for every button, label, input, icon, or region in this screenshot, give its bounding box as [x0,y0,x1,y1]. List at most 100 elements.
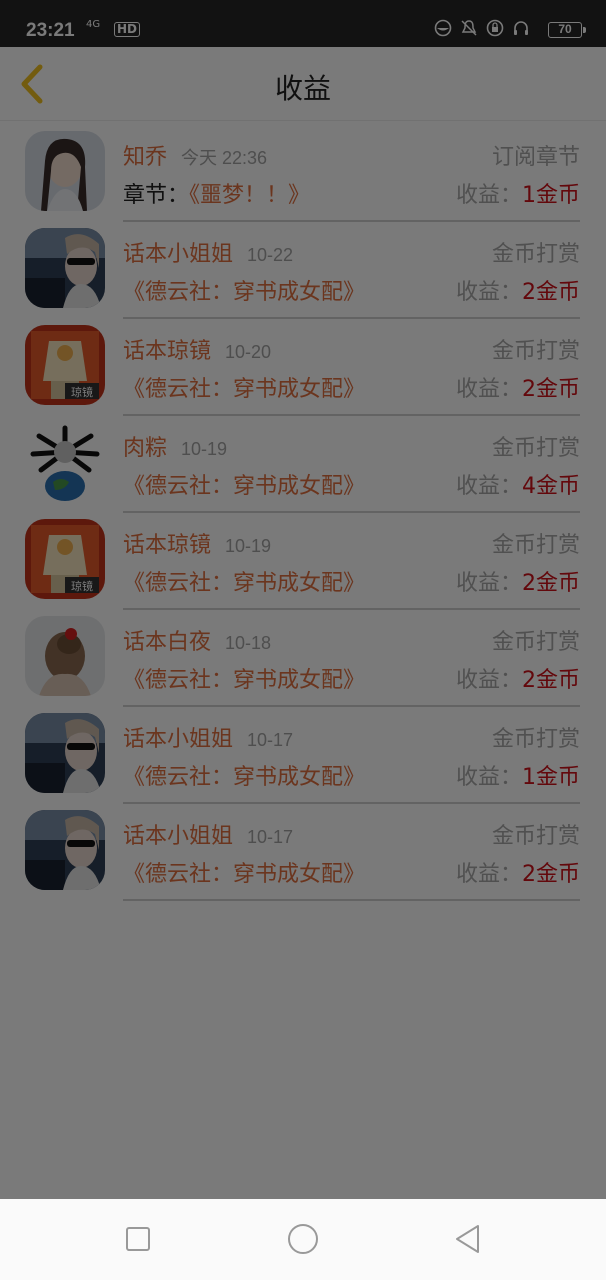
coin-amount: 1金币 [522,765,580,790]
home-button[interactable] [287,1223,319,1255]
income-record[interactable]: 话本小姐姐 10-17 金币打赏《德云社：穿书成女配》 收益：1金币 [0,707,606,804]
income-record[interactable]: 话本小姐姐 10-22 金币打赏 《德云社：穿书成女配》 收益：2金币 [0,222,606,319]
income-label: 收益： [455,474,522,499]
user-name[interactable]: 话本白夜 [123,630,211,655]
user-avatar[interactable]: 琼镜 [25,519,105,599]
system-nav-bar [0,1199,606,1280]
record-date: 10-20 [225,342,272,362]
income-amount: 收益：2金币 [456,565,580,597]
record-header: 话本白夜 10-18 金币打赏 [123,624,580,655]
user-avatar[interactable] [25,131,105,211]
record-detail: 《德云社：穿书成女配》 收益：2金币 [123,662,580,694]
recent-apps-button[interactable] [122,1223,154,1255]
income-list: 知乔 今天 22:36 订阅章节 章节：《噩梦！！》 收益：1金币 话本小姐姐 10-22 金… [0,125,606,901]
record-detail: 《德云社：穿书成女配》 收益：2金币 [123,565,580,597]
app-notification-icon [434,19,452,37]
work-title[interactable]: 《德云社：穿书成女配》 [123,668,365,693]
record-date: 10-18 [225,633,272,653]
page-title: 收益 [274,72,331,105]
svg-text:琼镜: 琼镜 [71,579,93,593]
user-name[interactable]: 话本小姐姐 [123,242,233,267]
coin-amount: 4金币 [522,474,580,499]
income-amount: 收益：2金币 [456,662,580,694]
income-label: 收益： [455,668,522,693]
user-avatar[interactable]: 琼镜 [25,325,105,405]
user-avatar[interactable] [25,422,105,502]
chapter-prefix: 章节： [123,183,190,208]
income-record[interactable]: 知乔 今天 22:36 订阅章节章节：《噩梦！！》 收益：1金币 [0,125,606,222]
record-date: 10-17 [247,827,294,847]
income-amount: 收益：1金币 [456,759,580,791]
income-label: 收益： [455,377,522,402]
record-date: 10-19 [225,536,272,556]
income-label: 收益： [455,183,522,208]
headphones-icon [514,21,528,35]
record-header: 话本琼镜 10-20 金币打赏 [123,333,580,364]
income-record[interactable]: 肉粽 10-19 金币打赏《德云社：穿书成女配》 收益：4金币 [0,416,606,513]
coin-amount: 2金币 [522,280,580,305]
income-page: 收益 知乔 今天 22:36 订阅章节 章节：《噩梦！！》 收益：1金币 话本小姐姐 10-… [0,47,606,1199]
user-avatar[interactable] [25,616,105,696]
record-detail: 《德云社：穿书成女配》 收益：4金币 [123,468,580,500]
record-header: 肉粽 10-19 金币打赏 [123,430,580,461]
income-record[interactable]: 话本小姐姐 10-17 金币打赏《德云社：穿书成女配》 收益：2金币 [0,804,606,901]
record-date: 10-22 [247,245,294,265]
work-title[interactable]: 《德云社：穿书成女配》 [123,280,365,305]
user-avatar[interactable] [25,810,105,890]
user-name[interactable]: 话本琼镜 [123,339,211,364]
work-title[interactable]: 《德云社：穿书成女配》 [123,765,365,790]
hd-badge: HD [114,22,141,37]
work-title[interactable]: 《德云社：穿书成女配》 [123,862,365,887]
battery-indicator: 70 [548,22,586,38]
income-label: 收益： [455,280,522,305]
work-title[interactable]: 《噩梦！！》 [189,183,310,208]
income-type: 金币打赏 [491,436,580,461]
divider [123,899,580,901]
record-detail: 章节：《噩梦！！》 收益：1金币 [123,177,580,209]
income-label: 收益： [455,862,522,887]
coin-amount: 2金币 [522,571,580,596]
record-detail: 《德云社：穿书成女配》 收益：2金币 [123,856,580,888]
status-time: 23:21 [26,20,75,41]
income-type: 金币打赏 [491,533,580,558]
record-date: 今天 22:36 [181,148,268,168]
mute-bell-icon [461,20,477,36]
status-bar: 23:21 4G HD 70 [0,0,606,47]
income-record[interactable]: 琼镜 话本琼镜 10-19 金币打赏《德云社：穿书成女配》 收益：2金币 [0,513,606,610]
network-indicator: 4G [86,19,101,30]
record-detail: 《德云社：穿书成女配》 收益：1金币 [123,759,580,791]
user-avatar[interactable] [25,713,105,793]
income-type: 金币打赏 [491,339,580,364]
income-amount: 收益：2金币 [456,856,580,888]
record-header: 话本小姐姐 10-22 金币打赏 [123,236,580,267]
user-name[interactable]: 话本小姐姐 [123,824,233,849]
income-amount: 收益：1金币 [456,177,580,209]
income-record[interactable]: 琼镜 话本琼镜 10-20 金币打赏《德云社：穿书成女配》 收益：2金币 [0,319,606,416]
income-record[interactable]: 话本白夜 10-18 金币打赏 《德云社：穿书成女配》 收益：2金币 [0,610,606,707]
user-name[interactable]: 知乔 [123,145,167,170]
income-type: 金币打赏 [491,727,580,752]
record-header: 知乔 今天 22:36 订阅章节 [123,139,580,170]
back-button[interactable] [452,1223,484,1255]
work-title[interactable]: 《德云社：穿书成女配》 [123,474,365,499]
record-header: 话本小姐姐 10-17 金币打赏 [123,721,580,752]
user-name[interactable]: 肉粽 [123,436,167,461]
status-icons [434,19,530,37]
coin-amount: 2金币 [522,668,580,693]
coin-amount: 2金币 [522,862,580,887]
coin-amount: 1金币 [522,183,580,208]
user-name[interactable]: 话本琼镜 [123,533,211,558]
record-detail: 《德云社：穿书成女配》 收益：2金币 [123,371,580,403]
record-header: 话本琼镜 10-19 金币打赏 [123,527,580,558]
income-type: 金币打赏 [491,824,580,849]
user-avatar[interactable] [25,228,105,308]
record-header: 话本小姐姐 10-17 金币打赏 [123,818,580,849]
income-amount: 收益：2金币 [456,371,580,403]
record-date: 10-17 [247,730,294,750]
income-label: 收益： [455,571,522,596]
work-title[interactable]: 《德云社：穿书成女配》 [123,377,365,402]
user-name[interactable]: 话本小姐姐 [123,727,233,752]
work-title[interactable]: 《德云社：穿书成女配》 [123,571,365,596]
income-amount: 收益：4金币 [456,468,580,500]
record-detail: 《德云社：穿书成女配》 收益：2金币 [123,274,580,305]
